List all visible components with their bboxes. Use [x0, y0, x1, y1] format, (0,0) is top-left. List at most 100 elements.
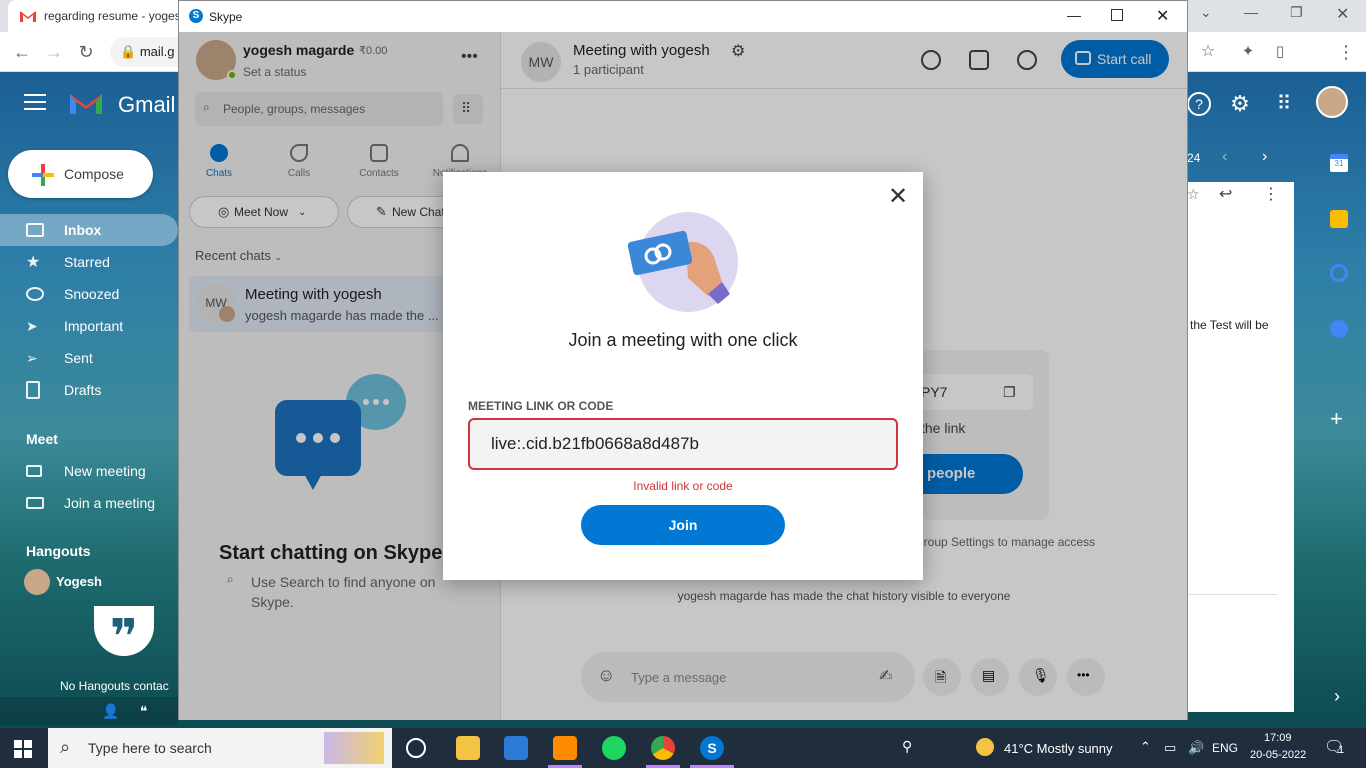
- bookmark-star-icon[interactable]: ☆: [1196, 40, 1220, 64]
- skype-maximize-icon[interactable]: [1111, 9, 1123, 21]
- chrome-icon[interactable]: [651, 736, 675, 760]
- battery-icon[interactable]: ▭: [1164, 740, 1176, 756]
- weather-sun-icon[interactable]: [976, 738, 994, 756]
- new-meeting-item[interactable]: New meeting: [0, 455, 178, 487]
- nav-label: Inbox: [64, 222, 102, 238]
- compose-label: Compose: [64, 166, 124, 182]
- chrome-menu-icon[interactable]: ⋮: [1334, 40, 1358, 64]
- browser-close-icon[interactable]: ✕: [1336, 4, 1349, 24]
- meet-heading: Meet: [26, 431, 58, 447]
- clock-icon: [26, 287, 44, 301]
- spotify-icon[interactable]: [602, 736, 626, 760]
- browser-tab-title: regarding resume - yoges: [44, 9, 181, 23]
- gmail-brand: Gmail: [118, 92, 176, 117]
- expand-panel-icon[interactable]: ›: [1334, 686, 1340, 707]
- important-icon: ➤: [26, 318, 38, 334]
- search-highlight-image: [324, 732, 384, 764]
- reload-icon[interactable]: ↻: [74, 40, 98, 64]
- help-icon[interactable]: ?: [1187, 92, 1211, 116]
- browser-tab-gmail[interactable]: regarding resume - yoges: [8, 0, 188, 32]
- add-addon-icon[interactable]: +: [1330, 406, 1343, 432]
- windows-taskbar: ⌕ Type here to search S ⚲ 41°C Mostly su…: [0, 728, 1366, 768]
- back-icon[interactable]: ←: [10, 40, 34, 64]
- clock-time[interactable]: 17:09: [1264, 732, 1292, 744]
- error-message: Invalid link or code: [633, 479, 733, 493]
- show-hidden-icons-icon[interactable]: ⌃: [1140, 739, 1151, 755]
- no-hangouts-contacts: No Hangouts contac: [60, 679, 169, 693]
- divider: [1187, 594, 1277, 595]
- next-page-icon[interactable]: ›: [1262, 148, 1267, 166]
- skype-minimize-icon[interactable]: —: [1067, 7, 1081, 23]
- star-icon: ★: [26, 254, 41, 271]
- address-url: mail.g: [139, 44, 175, 59]
- windows-start-icon[interactable]: [14, 740, 32, 758]
- apps-grid-icon[interactable]: ⠿: [1272, 92, 1296, 116]
- nav-important[interactable]: ➤ Important: [0, 310, 178, 342]
- sublime-text-icon[interactable]: [553, 736, 577, 760]
- nav-label: Snoozed: [64, 286, 120, 302]
- browser-restore-icon[interactable]: ❐: [1290, 4, 1303, 21]
- gmail-logo-icon: [70, 94, 102, 114]
- microsoft-store-icon[interactable]: [504, 736, 528, 760]
- prev-page-icon[interactable]: ‹: [1222, 148, 1227, 166]
- send-icon: ➢: [26, 350, 38, 366]
- skype-window-title: Skype: [209, 9, 243, 24]
- volume-icon[interactable]: 🔊: [1188, 740, 1204, 756]
- keep-icon[interactable]: [1330, 210, 1348, 228]
- person-icon[interactable]: 👤: [102, 703, 119, 720]
- taskbar-search-box[interactable]: ⌕ Type here to search: [48, 728, 392, 768]
- settings-gear-icon[interactable]: ⚙: [1228, 92, 1252, 116]
- nav-label: Starred: [64, 254, 110, 270]
- email-reading-pane: ☆ ↩ ⋮ the Test will be: [1187, 182, 1294, 712]
- date-fragment: 24: [1187, 151, 1201, 165]
- tasks-icon[interactable]: [1330, 264, 1348, 282]
- calendar-icon[interactable]: 31: [1330, 154, 1348, 172]
- meeting-link-input[interactable]: [468, 418, 898, 470]
- clock-date[interactable]: 20-05-2022: [1250, 749, 1306, 761]
- hangouts-user[interactable]: Yogesh: [0, 565, 178, 597]
- hangouts-footer: 👤 ❝: [0, 697, 178, 725]
- nav-drafts[interactable]: Drafts: [0, 374, 178, 406]
- video-camera-icon: [26, 465, 42, 477]
- browser-minimize-icon[interactable]: —: [1244, 4, 1258, 20]
- meet-item-label: Join a meeting: [64, 495, 156, 511]
- nav-inbox[interactable]: Inbox: [0, 214, 178, 246]
- extensions-icon[interactable]: ✦: [1236, 40, 1260, 64]
- keyboard-icon: [26, 497, 44, 509]
- side-panel-icon[interactable]: ▯: [1268, 40, 1292, 64]
- nav-starred[interactable]: ★ Starred: [0, 246, 178, 278]
- tab-search-icon[interactable]: ⌄: [1200, 4, 1212, 21]
- hangouts-heading: Hangouts: [26, 543, 91, 559]
- language-indicator[interactable]: ENG: [1212, 741, 1238, 755]
- join-meeting-dialog: ✕ Join a meeting with one click MEETING …: [443, 172, 923, 580]
- compose-button[interactable]: Compose: [8, 150, 153, 198]
- skype-taskbar-icon[interactable]: S: [700, 736, 724, 760]
- join-meeting-item[interactable]: Join a meeting: [0, 487, 178, 519]
- forward-icon[interactable]: →: [42, 40, 66, 64]
- nav-snoozed[interactable]: Snoozed: [0, 278, 178, 310]
- reply-icon[interactable]: ↩: [1219, 184, 1232, 204]
- skype-close-icon[interactable]: ✕: [1156, 6, 1169, 26]
- file-explorer-icon[interactable]: [456, 736, 480, 760]
- close-icon[interactable]: ✕: [888, 185, 908, 209]
- nav-sent[interactable]: ➢ Sent: [0, 342, 178, 374]
- people-icon[interactable]: ⚲: [902, 738, 912, 755]
- notification-count: 1: [1338, 744, 1345, 756]
- contacts-icon[interactable]: [1330, 320, 1348, 338]
- hangouts-icon[interactable]: ❝: [140, 703, 148, 720]
- join-button[interactable]: Join: [581, 505, 785, 545]
- nav-label: Sent: [64, 350, 93, 366]
- hangouts-user-name: Yogesh: [56, 573, 102, 589]
- star-icon[interactable]: ☆: [1187, 186, 1200, 203]
- gmail-account-avatar[interactable]: [1316, 86, 1348, 118]
- skype-title-bar: S Skype — ✕: [179, 1, 1187, 32]
- gmail-favicon-icon: [20, 10, 36, 22]
- weather-text[interactable]: 41°C Mostly sunny: [1004, 741, 1113, 756]
- email-body-snippet: the Test will be: [1190, 318, 1269, 332]
- dialog-title: Join a meeting with one click: [568, 330, 798, 350]
- more-options-icon[interactable]: ⋮: [1263, 184, 1279, 204]
- task-view-icon[interactable]: [406, 738, 426, 758]
- gmail-menu-icon[interactable]: [24, 94, 46, 110]
- inbox-icon: [26, 223, 44, 237]
- meet-item-label: New meeting: [64, 463, 146, 479]
